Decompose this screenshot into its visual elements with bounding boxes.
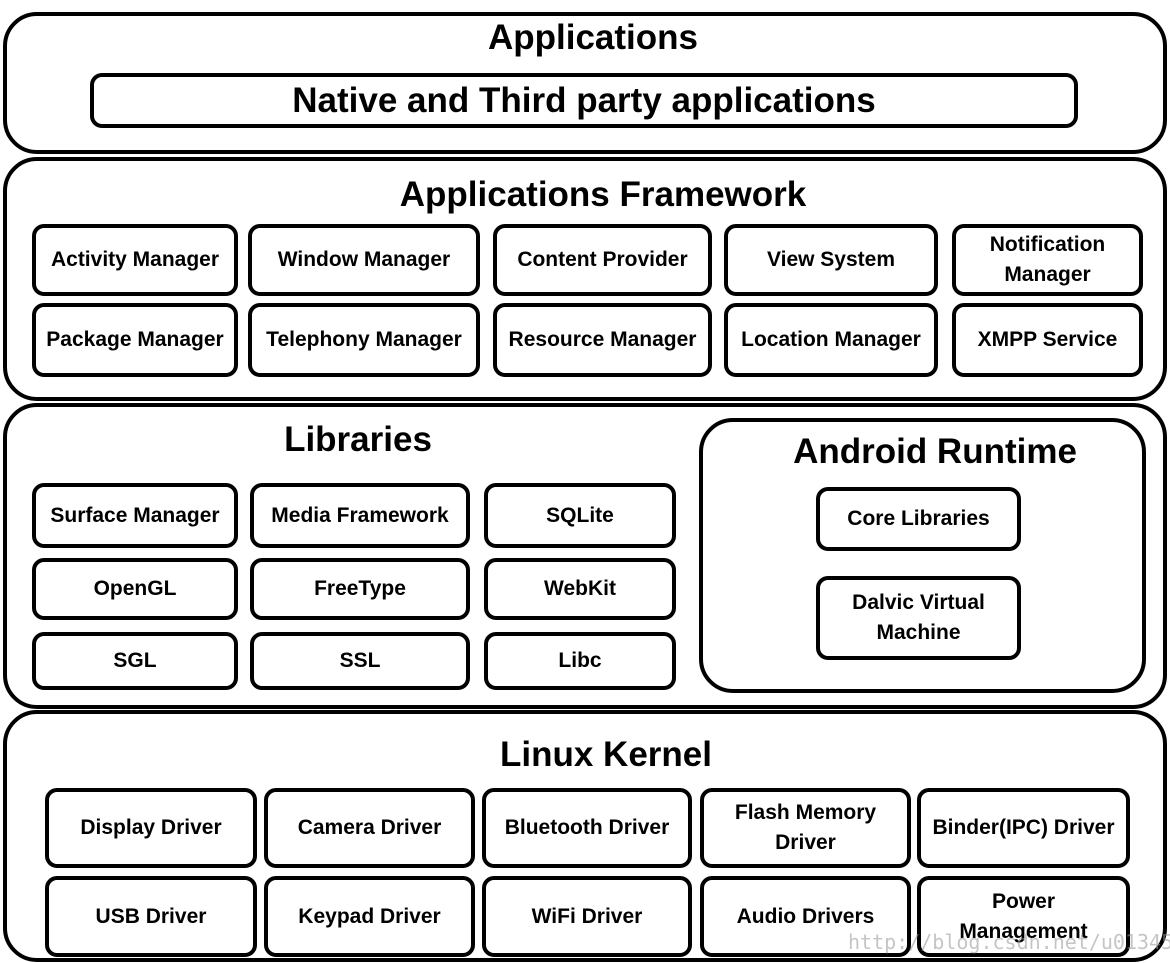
framework-item-notification-manager: Notification Manager — [952, 224, 1143, 296]
framework-item-window-manager: Window Manager — [248, 224, 480, 296]
watermark: http://blog.csdn.net/u013454060 — [848, 930, 1170, 954]
kernel-item-usb-driver: USB Driver — [45, 876, 257, 957]
framework-item-resource-manager: Resource Manager — [493, 303, 712, 377]
kernel-item-camera-driver: Camera Driver — [264, 788, 475, 868]
kernel-item-keypad-driver: Keypad Driver — [264, 876, 475, 957]
libraries-item-media-framework: Media Framework — [250, 483, 470, 548]
framework-item-xmpp-service: XMPP Service — [952, 303, 1143, 377]
runtime-item-core-libraries: Core Libraries — [816, 487, 1021, 551]
framework-item-package-manager: Package Manager — [32, 303, 238, 377]
kernel-item-bluetooth-driver: Bluetooth Driver — [482, 788, 692, 868]
libraries-item-sqlite: SQLite — [484, 483, 676, 548]
libraries-title: Libraries — [284, 420, 432, 459]
applications-title: Applications — [487, 18, 699, 57]
libraries-item-sgl: SGL — [32, 632, 238, 690]
framework-item-activity-manager: Activity Manager — [32, 224, 238, 296]
kernel-item-binder-ipc-driver: Binder(IPC) Driver — [917, 788, 1130, 868]
libraries-item-opengl: OpenGL — [32, 558, 238, 620]
libraries-item-ssl: SSL — [250, 632, 470, 690]
kernel-item-display-driver: Display Driver — [45, 788, 257, 868]
native-apps-box: Native and Third party applications — [90, 73, 1078, 128]
kernel-item-wifi-driver: WiFi Driver — [482, 876, 692, 957]
framework-item-location-manager: Location Manager — [724, 303, 938, 377]
libraries-item-webkit: WebKit — [484, 558, 676, 620]
runtime-item-dalvic-virtual-machine: Dalvic Virtual Machine — [816, 576, 1021, 660]
libraries-item-surface-manager: Surface Manager — [32, 483, 238, 548]
framework-title: Applications Framework — [399, 175, 807, 214]
kernel-title: Linux Kernel — [500, 735, 712, 774]
kernel-item-flash-memory-driver: Flash Memory Driver — [700, 788, 911, 868]
framework-item-view-system: View System — [724, 224, 938, 296]
framework-item-content-provider: Content Provider — [493, 224, 712, 296]
runtime-title: Android Runtime — [793, 432, 1077, 471]
libraries-item-freetype: FreeType — [250, 558, 470, 620]
libraries-item-libc: Libc — [484, 632, 676, 690]
framework-item-telephony-manager: Telephony Manager — [248, 303, 480, 377]
